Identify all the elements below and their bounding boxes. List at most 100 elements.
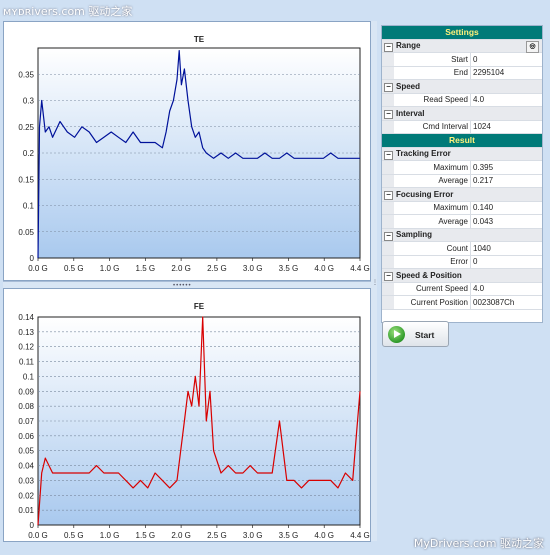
y-tick-label: 0.3 <box>23 97 35 106</box>
row-key: Maximum <box>433 203 468 212</box>
row-start[interactable]: Start 0 <box>382 53 542 67</box>
collapse-icon[interactable]: − <box>384 150 393 160</box>
x-tick-label: 1.5 G <box>136 531 156 540</box>
section-label: Focusing Error <box>396 189 454 199</box>
y-tick-label: 0.01 <box>18 506 34 515</box>
x-tick-label: 2.0 G <box>171 531 191 540</box>
y-tick-label: 0.2 <box>23 149 35 158</box>
row-fe-max: Maximum 0.140 <box>382 201 542 215</box>
x-tick-label: 3.5 G <box>279 264 299 273</box>
x-tick-label: 0.5 G <box>64 531 84 540</box>
x-tick-label: 4.0 G <box>314 264 334 273</box>
x-tick-label: 1.0 G <box>100 264 120 273</box>
y-tick-label: 0.04 <box>18 462 34 471</box>
x-tick-label: 0.0 G <box>28 531 48 540</box>
section-range[interactable]: − Range ◎ <box>382 39 542 53</box>
section-label: Sampling <box>396 230 433 239</box>
read-speed-value[interactable]: 4.0 <box>473 95 484 104</box>
row-key: Average <box>438 216 468 226</box>
x-tick-label: 3.0 G <box>243 264 263 273</box>
config-icon[interactable]: ◎ <box>526 40 539 53</box>
section-interval[interactable]: − Interval <box>382 107 542 121</box>
x-tick-label: 2.5 G <box>207 264 227 273</box>
y-tick-label: 0.12 <box>18 343 34 352</box>
cmd-interval-value[interactable]: 1024 <box>473 122 491 131</box>
error-value: 0 <box>473 257 478 266</box>
row-key: Count <box>446 243 468 253</box>
te-chart-panel: TE 0 0.05 0.1 0.15 0.2 0.25 0.3 0.35 0.0 G 0.5 G 1.… <box>3 21 371 281</box>
watermark-top: ᴍʏᴅʀivers.com 驱动之家 <box>3 5 133 18</box>
y-tick-label: 0.06 <box>18 432 34 441</box>
te-avg-value: 0.217 <box>473 176 494 185</box>
section-label: Speed <box>396 81 421 91</box>
result-header: Result <box>382 134 542 148</box>
x-tick-label: 0.0 G <box>28 264 48 273</box>
section-speed-position[interactable]: − Speed & Position <box>382 269 542 283</box>
row-key: Read Speed <box>423 95 468 104</box>
start-value[interactable]: 0 <box>473 55 477 64</box>
start-button-label: Start <box>415 330 435 340</box>
row-key: End <box>453 68 468 77</box>
x-tick-label: 2.0 G <box>171 264 191 273</box>
x-tick-label: 1.5 G <box>136 264 156 273</box>
y-tick-label: 0.1 <box>23 372 35 381</box>
y-tick-label: 0 <box>30 521 35 530</box>
y-tick-label: 0.11 <box>19 358 35 367</box>
vertical-splitter[interactable]: ⋮ <box>371 21 378 541</box>
row-fe-avg: Average 0.043 <box>382 215 542 229</box>
collapse-icon[interactable]: − <box>384 42 393 52</box>
row-key: Current Speed <box>415 284 468 293</box>
x-tick-label: 3.5 G <box>279 531 299 540</box>
section-focusing-error[interactable]: − Focusing Error <box>382 188 542 202</box>
current-speed-value: 4.0 <box>473 284 485 293</box>
watermark-bottom: MyDrivers.com 驱动之家 <box>413 537 544 550</box>
y-tick-label: 0.09 <box>18 387 34 396</box>
settings-header: Settings <box>382 26 542 40</box>
collapse-icon[interactable]: − <box>384 191 393 200</box>
te-max-value: 0.395 <box>473 162 494 172</box>
row-count: Count 1040 <box>382 242 542 256</box>
row-read-speed[interactable]: Read Speed 4.0 <box>382 93 542 107</box>
x-tick-label: 2.5 G <box>207 531 227 540</box>
y-tick-label: 0.25 <box>18 123 34 132</box>
section-sampling[interactable]: − Sampling <box>382 228 542 242</box>
y-tick-label: 0.08 <box>18 402 34 411</box>
collapse-icon[interactable]: − <box>384 272 393 281</box>
row-current-speed: Current Speed 4.0 <box>382 282 542 296</box>
chart-title: FE <box>194 302 205 311</box>
section-tracking-error[interactable]: − Tracking Error <box>382 147 542 161</box>
row-key: Maximum <box>433 162 468 172</box>
fe-chart: FE 0 0.01 0.02 0.03 0.04 0.05 0.06 0.07 0.08 0.09 0… <box>18 302 370 540</box>
start-button[interactable]: Start <box>382 321 449 347</box>
collapse-icon[interactable]: − <box>384 110 393 119</box>
count-value: 1040 <box>473 243 491 253</box>
section-label: Tracking Error <box>396 149 451 158</box>
section-label: Interval <box>396 108 425 118</box>
row-end[interactable]: End 2295104 <box>382 66 542 80</box>
row-current-position: Current Position 0023087Ch <box>382 296 542 310</box>
fe-avg-value: 0.043 <box>473 216 494 226</box>
current-position-value: 0023087Ch <box>473 297 515 307</box>
y-tick-label: 0.15 <box>18 175 34 184</box>
row-key: Error <box>450 257 468 266</box>
end-value[interactable]: 2295104 <box>473 68 504 77</box>
y-tick-label: 0.13 <box>18 328 34 337</box>
section-speed[interactable]: − Speed <box>382 80 542 94</box>
row-cmd-interval[interactable]: Cmd Interval 1024 <box>382 120 542 134</box>
y-tick-label: 0.05 <box>18 447 34 456</box>
fe-max-value: 0.140 <box>473 203 494 212</box>
settings-panel: Settings − Range ◎ Start 0 End 2295104 − S… <box>381 25 543 323</box>
y-tick-label: 0.14 <box>18 313 34 322</box>
row-te-max: Maximum 0.395 <box>382 161 542 175</box>
play-icon <box>388 326 405 343</box>
x-tick-label: 4.4 G <box>350 531 370 540</box>
y-tick-label: 0.1 <box>23 202 35 211</box>
chart-title: TE <box>194 35 205 44</box>
x-tick-label: 4.4 G <box>350 264 370 273</box>
y-tick-label: 0.02 <box>18 491 34 500</box>
section-label: Range <box>396 41 421 50</box>
row-key: Cmd Interval <box>422 122 468 131</box>
collapse-icon[interactable]: − <box>384 83 393 92</box>
section-label: Speed & Position <box>396 270 462 280</box>
collapse-icon[interactable]: − <box>384 231 393 241</box>
